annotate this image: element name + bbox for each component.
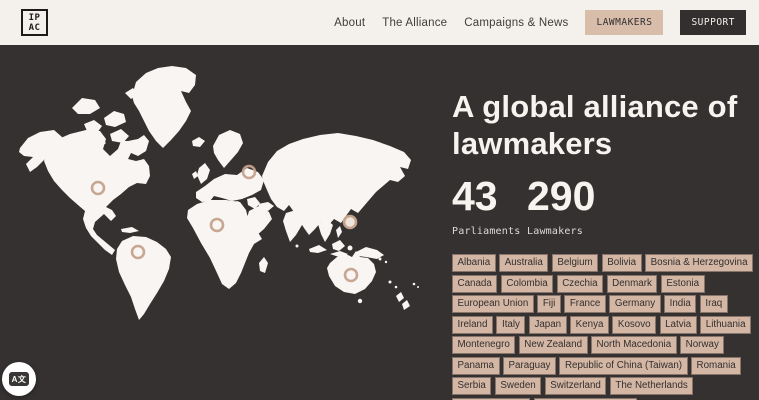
country-tag: Bolivia xyxy=(602,254,642,272)
country-tag: Czechia xyxy=(557,275,603,293)
hero-section: A global alliance of lawmakers 43 Parlia… xyxy=(0,45,759,400)
country-tag: New Zealand xyxy=(519,336,588,354)
country-tag: Colombia xyxy=(501,275,553,293)
country-tag: Latvia xyxy=(660,316,697,334)
parliaments-label: Parliaments xyxy=(452,226,527,237)
nav-campaigns-news[interactable]: Campaigns & News xyxy=(464,17,568,29)
country-tag: Iraq xyxy=(700,295,728,313)
country-tag: Japan xyxy=(529,316,567,334)
country-tag: Paraguay xyxy=(503,357,556,375)
logo-line-2: AC xyxy=(29,23,41,33)
country-tag: Denmark xyxy=(607,275,658,293)
logo-line-1: IP xyxy=(29,13,41,23)
country-tag: Australia xyxy=(499,254,548,272)
hero-content: A global alliance of lawmakers 43 Parlia… xyxy=(452,88,752,400)
country-tag: Kosovo xyxy=(612,316,656,334)
hero-title-line1: A global alliance of xyxy=(452,89,737,124)
country-tag: European Union xyxy=(452,295,534,313)
lawmakers-button[interactable]: LAWMAKERS xyxy=(585,10,663,35)
lawmakers-label: Lawmakers xyxy=(527,226,595,237)
country-tag: Sweden xyxy=(495,377,541,395)
nav-the-alliance[interactable]: The Alliance xyxy=(382,17,447,29)
country-tag: Norway xyxy=(680,336,724,354)
main-nav: About The Alliance Campaigns & News LAWM… xyxy=(334,0,746,45)
country-tag: Bosnia & Herzegovina xyxy=(645,254,753,272)
country-tag: Lithuania xyxy=(700,316,751,334)
country-tag: Romania xyxy=(691,357,741,375)
country-tag: North Macedonia xyxy=(591,336,677,354)
stats-row: 43 Parliaments 290 Lawmakers xyxy=(452,175,752,237)
hero-title: A global alliance of lawmakers xyxy=(452,88,752,162)
country-tag: Kenya xyxy=(570,316,609,334)
country-tag: Germany xyxy=(609,295,660,313)
country-tag: Italy xyxy=(496,316,525,334)
country-tag: The Netherlands xyxy=(610,377,693,395)
country-tag: France xyxy=(564,295,606,313)
country-tag: Serbia xyxy=(452,377,491,395)
translate-icon: A文 xyxy=(9,372,30,386)
nav-about[interactable]: About xyxy=(334,17,365,29)
hero-title-line2: lawmakers xyxy=(452,126,612,161)
country-tag: Albania xyxy=(452,254,496,272)
country-tag: Panama xyxy=(452,357,500,375)
world-map xyxy=(0,45,440,400)
lawmakers-count: 290 xyxy=(527,175,595,217)
country-tag: Fiji xyxy=(537,295,561,313)
country-tag: Belgium xyxy=(552,254,598,272)
country-tag: Republic of China (Taiwan) xyxy=(559,357,687,375)
ipac-logo[interactable]: IP AC xyxy=(21,9,48,36)
translate-button[interactable]: A文 xyxy=(2,362,36,396)
stat-lawmakers: 290 Lawmakers xyxy=(527,175,595,237)
support-button[interactable]: SUPPORT xyxy=(680,10,746,35)
country-tag: Switzerland xyxy=(545,377,607,395)
country-list: AlbaniaAustraliaBelgiumBoliviaBosnia & H… xyxy=(452,254,759,400)
country-tag: Estonia xyxy=(661,275,705,293)
country-tag: Montenegro xyxy=(452,336,515,354)
country-tag: Ireland xyxy=(452,316,493,334)
site-header: IP AC About The Alliance Campaigns & New… xyxy=(0,0,759,45)
parliaments-count: 43 xyxy=(452,175,527,217)
country-tag: Canada xyxy=(452,275,497,293)
stat-parliaments: 43 Parliaments xyxy=(452,175,527,237)
map-marker-east-asia xyxy=(344,216,356,228)
country-tag: India xyxy=(664,295,696,313)
